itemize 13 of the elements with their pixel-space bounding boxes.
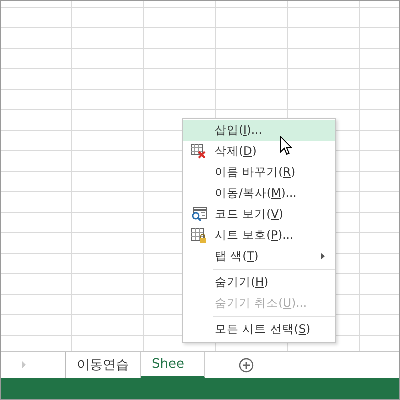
protect-sheet-icon [191, 228, 207, 244]
submenu-arrow-icon [321, 253, 325, 260]
menu-item[interactable]: 탭 색(T) [183, 246, 335, 267]
menu-item[interactable]: 삽입(I)... [183, 120, 335, 141]
menu-item[interactable]: 이동/복사(M)... [183, 183, 335, 204]
menu-item[interactable]: 시트 보호(P)... [183, 225, 335, 246]
menu-item[interactable]: 삭제(D) [183, 141, 335, 162]
add-sheet-icon[interactable] [239, 358, 254, 372]
delete-sheet-icon [191, 144, 207, 159]
menu-item[interactable]: 이름 바꾸기(R) [183, 162, 335, 183]
menu-item[interactable]: 코드 보기(V) [183, 204, 335, 225]
view-code-icon [191, 207, 207, 222]
mouse-pointer-icon [280, 136, 293, 156]
